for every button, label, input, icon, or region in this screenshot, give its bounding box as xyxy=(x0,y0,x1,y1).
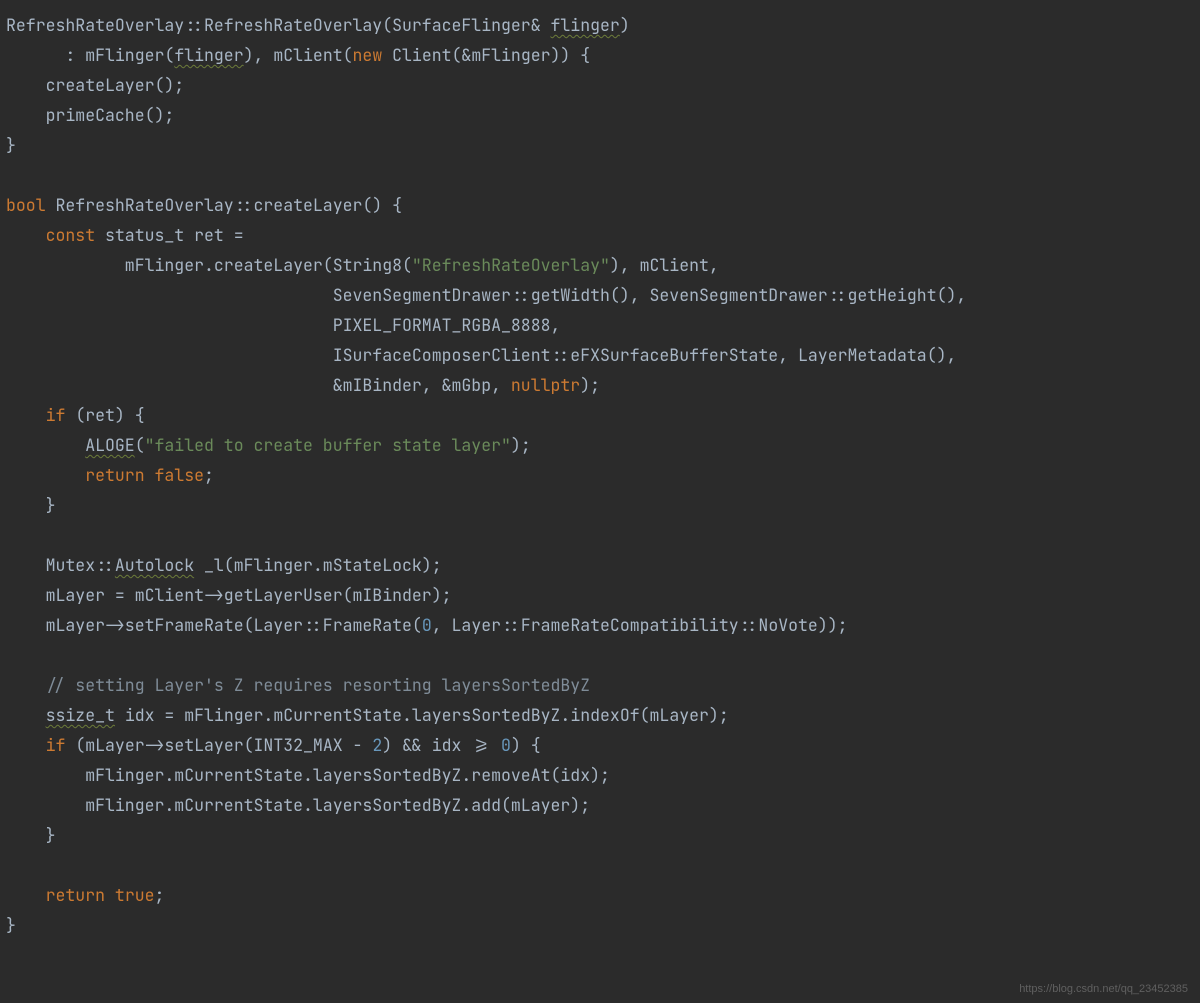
code-line: SevenSegmentDrawer::getWidth(), SevenSeg… xyxy=(6,284,966,306)
code-line: const status_t ret = xyxy=(6,224,244,246)
code-line: createLayer(); xyxy=(6,74,184,96)
watermark-text: https://blog.csdn.net/qq_23452385 xyxy=(1019,983,1188,995)
code-block: RefreshRateOverlay::RefreshRateOverlay(S… xyxy=(0,0,1200,940)
code-line: } xyxy=(6,134,16,156)
code-line: ssize_t idx = mFlinger.mCurrentState.lay… xyxy=(6,704,729,726)
code-line: ALOGE("failed to create buffer state lay… xyxy=(6,434,531,456)
code-line: mFlinger.mCurrentState.layersSortedByZ.r… xyxy=(6,764,610,786)
code-line: return false; xyxy=(6,464,214,486)
code-line: } xyxy=(6,824,56,846)
code-line: PIXEL_FORMAT_RGBA_8888, xyxy=(6,314,560,336)
code-line: } xyxy=(6,494,56,516)
code-line: RefreshRateOverlay::RefreshRateOverlay(S… xyxy=(6,14,630,36)
code-line: mFlinger.createLayer(String8("RefreshRat… xyxy=(6,254,719,276)
code-line: mLayer->setFrameRate(Layer::FrameRate(0,… xyxy=(6,614,848,636)
code-line: mFlinger.mCurrentState.layersSortedByZ.a… xyxy=(6,794,590,816)
code-line: primeCache(); xyxy=(6,104,174,126)
code-line: &mIBinder, &mGbp, nullptr); xyxy=(6,374,600,396)
code-line: ISurfaceComposerClient::eFXSurfaceBuffer… xyxy=(6,344,956,366)
code-line: } xyxy=(6,914,16,936)
code-line: if (ret) { xyxy=(6,404,145,426)
code-line: mLayer = mClient->getLayerUser(mIBinder)… xyxy=(6,584,452,606)
code-line: return true; xyxy=(6,884,164,906)
code-line: Mutex::Autolock _l(mFlinger.mStateLock); xyxy=(6,554,442,576)
code-line: : mFlinger(flinger), mClient(new Client(… xyxy=(6,44,590,66)
code-line: bool RefreshRateOverlay::createLayer() { xyxy=(6,194,402,216)
code-line: if (mLayer->setLayer(INT32_MAX - 2) && i… xyxy=(6,734,541,756)
code-line: // setting Layer's Z requires resorting … xyxy=(6,674,590,696)
